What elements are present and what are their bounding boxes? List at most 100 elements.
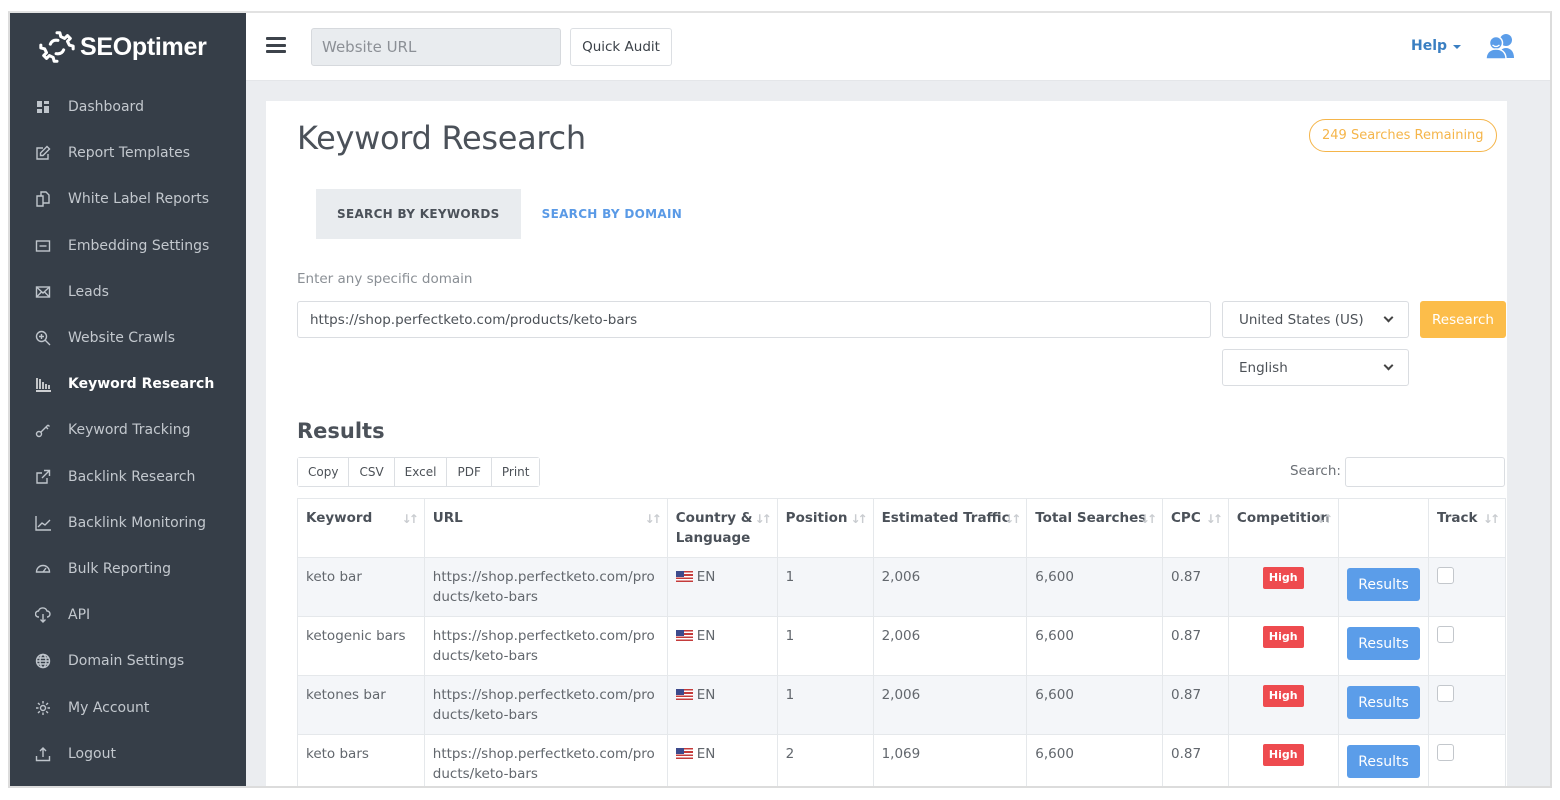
- keyword-cell: ketogenic bars: [297, 616, 425, 676]
- position-cell: 1: [776, 557, 874, 617]
- tab-search-by-domain[interactable]: SEARCH BY DOMAIN: [521, 189, 703, 239]
- sidebar-item-label: Report Templates: [68, 145, 191, 162]
- key-icon: [35, 422, 51, 438]
- column-header-position[interactable]: Position ↓↑: [776, 498, 874, 558]
- research-button[interactable]: Research: [1420, 301, 1506, 338]
- sidebar-item-embedding-settings[interactable]: Embedding Settings: [10, 223, 246, 269]
- external-link-icon: [35, 469, 51, 485]
- column-header-cpc[interactable]: CPC ↓↑: [1162, 498, 1229, 558]
- column-header-total-searches[interactable]: Total Searches ↓↑: [1026, 498, 1164, 558]
- help-dropdown[interactable]: Help: [1411, 38, 1462, 54]
- csv-button[interactable]: CSV: [349, 458, 395, 486]
- column-header-estimated-traffic[interactable]: Estimated Traffic ↓↑: [872, 498, 1028, 558]
- sidebar-item-logout[interactable]: Logout: [10, 731, 246, 777]
- print-button[interactable]: Print: [491, 458, 540, 486]
- us-flag-icon: [675, 630, 693, 641]
- sidebar-item-label: My Account: [68, 699, 150, 716]
- results-button[interactable]: Results: [1347, 745, 1421, 778]
- url-cell: https://shop.perfectketo.com/products/ke…: [423, 557, 668, 617]
- sidebar-item-website-crawls[interactable]: Website Crawls: [10, 315, 246, 361]
- sort-icon: ↓↑: [1482, 512, 1500, 526]
- sidebar-item-backlink-monitoring[interactable]: Backlink Monitoring: [10, 500, 246, 546]
- quick-audit-button[interactable]: Quick Audit: [570, 28, 672, 66]
- keyword-research-card: Keyword Research 249 Searches Remaining …: [266, 101, 1507, 786]
- results-table: Keyword ↓↑ URL ↓↑ Country & Language ↓↑ Pos…: [297, 498, 1506, 786]
- country-language-cell: EN: [666, 557, 778, 617]
- excel-button[interactable]: Excel: [394, 458, 448, 486]
- competition-badge: High: [1262, 744, 1304, 766]
- competition-badge: High: [1262, 567, 1304, 589]
- sidebar-item-report-templates[interactable]: Report Templates: [10, 130, 246, 176]
- country-select[interactable]: United States (US): [1222, 301, 1409, 338]
- sidebar-item-keyword-tracking[interactable]: Keyword Tracking: [10, 407, 246, 453]
- sidebar-item-my-account[interactable]: My Account: [10, 684, 246, 730]
- sidebar-item-white-label-reports[interactable]: White Label Reports: [10, 176, 246, 222]
- envelope-icon: [35, 284, 51, 300]
- menu-toggle-icon[interactable]: [266, 37, 286, 53]
- cpc-cell: 0.87: [1162, 616, 1229, 676]
- column-header-country-language[interactable]: Country & Language ↓↑: [666, 498, 778, 558]
- bar-chart-icon: [35, 376, 51, 392]
- zoom-in-icon: [35, 330, 51, 346]
- sidebar-item-domain-settings[interactable]: Domain Settings: [10, 638, 246, 684]
- sidebar-item-dashboard[interactable]: Dashboard: [10, 84, 246, 130]
- keyword-cell: keto bar: [297, 557, 425, 617]
- position-cell: 1: [776, 675, 874, 735]
- track-checkbox[interactable]: [1437, 685, 1455, 702]
- estimated-traffic-cell: 2,006: [872, 675, 1028, 735]
- sidebar-item-keyword-research[interactable]: Keyword Research: [10, 361, 246, 407]
- total-searches-cell: 6,600: [1026, 616, 1164, 676]
- sort-icon: ↓↑: [1004, 512, 1021, 526]
- table-search-label: Search:: [1290, 463, 1341, 479]
- total-searches-cell: 6,600: [1026, 734, 1164, 786]
- copy-button[interactable]: Copy: [298, 458, 350, 486]
- track-checkbox[interactable]: [1437, 567, 1455, 584]
- results-button[interactable]: Results: [1347, 686, 1421, 719]
- url-cell: https://shop.perfectketo.com/products/ke…: [423, 675, 668, 735]
- cloud-download-icon: [35, 607, 51, 624]
- sidebar-item-label: Backlink Monitoring: [68, 514, 207, 531]
- competition-cell: High: [1227, 734, 1340, 786]
- sidebar-item-backlink-research[interactable]: Backlink Research: [10, 454, 246, 500]
- sidebar-item-label: Domain Settings: [68, 653, 185, 670]
- track-checkbox[interactable]: [1437, 744, 1455, 761]
- sidebar-item-label: White Label Reports: [68, 191, 210, 208]
- globe-icon: [35, 653, 51, 669]
- table-row: keto bars https://shop.perfectketo.com/p…: [297, 734, 1506, 786]
- table-row: ketogenic bars https://shop.perfectketo.…: [297, 616, 1506, 676]
- copy-icon: [35, 191, 51, 208]
- sort-icon: ↓↑: [644, 512, 662, 526]
- sidebar-item-label: Logout: [68, 745, 116, 762]
- pdf-button[interactable]: PDF: [447, 458, 492, 486]
- column-header-keyword[interactable]: Keyword ↓↑: [297, 498, 425, 558]
- column-header-url[interactable]: URL ↓↑: [423, 498, 668, 558]
- sidebar-item-leads[interactable]: Leads: [10, 269, 246, 315]
- track-checkbox[interactable]: [1437, 626, 1455, 643]
- competition-cell: High: [1227, 675, 1340, 735]
- language-select[interactable]: English: [1222, 349, 1409, 386]
- column-header-actions: [1338, 498, 1430, 558]
- tab-search-by-keywords[interactable]: SEARCH BY KEYWORDS: [316, 189, 521, 239]
- sort-icon: ↓↑: [1205, 512, 1223, 526]
- website-url-input[interactable]: [311, 28, 561, 66]
- results-button[interactable]: Results: [1347, 568, 1421, 601]
- domain-input[interactable]: [297, 301, 1211, 338]
- sort-icon: ↓↑: [1315, 512, 1333, 526]
- logo[interactable]: SEOptimer: [38, 27, 207, 67]
- chevron-down-icon: [1383, 360, 1394, 371]
- column-header-track[interactable]: Track ↓↑: [1428, 498, 1506, 558]
- sidebar-item-label: Backlink Research: [68, 468, 196, 485]
- sidebar-item-label: API: [68, 607, 91, 624]
- users-icon[interactable]: [1484, 32, 1518, 60]
- results-button[interactable]: Results: [1347, 627, 1421, 660]
- sidebar: SEOptimer Dashboard Report Templates Whi…: [10, 13, 246, 786]
- logo-gear-icon: [39, 31, 75, 63]
- sidebar-item-bulk-reporting[interactable]: Bulk Reporting: [10, 546, 246, 592]
- sidebar-item-label: Keyword Tracking: [68, 422, 191, 439]
- sidebar-item-api[interactable]: API: [10, 592, 246, 638]
- column-header-competition[interactable]: Competition ↓↑: [1227, 498, 1340, 558]
- sidebar-item-label: Leads: [68, 283, 109, 300]
- estimated-traffic-cell: 2,006: [872, 557, 1028, 617]
- table-search-input[interactable]: [1345, 457, 1505, 487]
- results-cell: Results: [1338, 616, 1430, 676]
